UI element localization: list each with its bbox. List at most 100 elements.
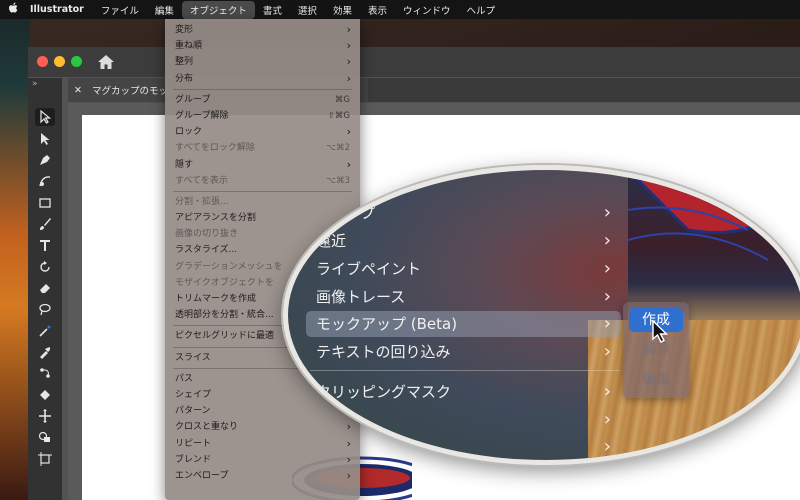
magnified-menu-item-label: モックアップ (Beta) [316,315,458,333]
object-menu-item[interactable]: グループ ⌘G [165,92,360,108]
magnified-menu-item[interactable]: ライブペイント › [306,256,621,282]
object-menu-item-label: トリムマークを作成 [175,294,257,304]
object-menu-item-label: すべてを表示 [175,175,228,186]
magnified-menu-item-label: 画像トレース [316,288,406,306]
object-menu-item-label: スライス [175,352,211,363]
shape-builder-tool-icon[interactable] [35,428,55,446]
magnified-menu-item[interactable]: 遠近 › [306,228,621,254]
object-menu-item[interactable]: 変形 › [165,22,360,38]
object-menu-item-label: 画像の切り抜き [175,229,239,240]
artboard-tool-icon[interactable] [35,450,55,468]
eyedropper-tool-icon[interactable] [35,343,55,361]
desktop-wallpaper [0,19,30,500]
object-menu-item[interactable]: 分布 › [165,71,360,87]
magnified-menu-item[interactable]: 画像トレース › [306,284,621,310]
eraser-tool-icon[interactable] [35,279,55,297]
shortcut-label: ⌥⌘2 [326,143,350,154]
home-icon[interactable] [96,53,116,71]
magic-wand-tool-icon[interactable] [35,322,55,340]
magnified-menu-item-label: ライブペイント [316,260,422,278]
window-titlebar [28,47,800,77]
mouse-cursor-icon [652,320,669,343]
object-menu-item[interactable]: エンベロープ › [165,468,360,484]
object-menu-item-label: ラスタライズ... [175,245,238,256]
menu-file[interactable]: ファイル [93,1,147,19]
object-menu-item-label: モザイクオブジェクトを [175,277,274,288]
paintbrush-tool-icon[interactable] [35,215,55,233]
object-menu-item-label: シェイプ [175,389,212,400]
app-menu[interactable]: Illustrator [26,4,93,15]
zoom-window-button[interactable] [71,56,82,67]
document-title: マグカップのモッ [91,86,168,97]
menu-object[interactable]: オブジェクト [181,0,255,19]
chevron-right-icon: › [603,258,611,279]
object-menu-item-label: グループ解除 [175,110,229,121]
magnified-menu-item-label: 遠近 [316,232,347,250]
chevron-right-icon: › [603,202,611,223]
curvature-tool-icon[interactable] [35,172,55,190]
object-menu-item[interactable]: 重ね順 › [165,38,360,54]
minimize-window-button[interactable] [54,56,65,67]
mockup-edit-item[interactable]: 編集 [629,368,683,392]
mockup-submenu: 作成 解除 編集 [623,302,689,398]
hand-tool-icon[interactable] [35,407,55,425]
magnified-menu-item[interactable]: モックアップ (Beta) › [306,311,621,337]
magnifier-callout: ベロープ › 遠近 › ライブペイント › 画像トレース › モックアップ (Beta) › テキス… [283,165,800,465]
chevron-right-icon: › [346,55,351,69]
magnified-menu-item[interactable]: テキストの回り込み › [306,339,621,365]
type-tool-icon[interactable] [35,236,55,254]
object-menu-item[interactable]: すべてをロック解除 ⌥⌘2 [165,140,360,156]
object-menu-item-label: すべてをロック解除 [175,143,255,154]
lasso-tool-icon[interactable] [35,300,55,318]
object-menu-item[interactable]: 整列 › [165,54,360,70]
magnified-menu-item-label: テキストの回り込み [316,343,451,361]
chevron-right-icon: › [346,71,351,85]
menu-help[interactable]: ヘルプ [458,1,503,19]
chevron-right-icon: › [603,230,611,251]
symbol-sprayer-tool-icon[interactable] [35,386,55,404]
direct-selection-tool-icon[interactable] [35,130,55,148]
menu-edit[interactable]: 編集 [147,1,182,19]
chevron-right-icon: › [346,23,351,36]
menu-type[interactable]: 書式 [255,1,290,19]
chevron-right-icon: › [346,125,351,139]
object-menu-item-label: パターン [175,406,211,417]
chevron-right-icon: › [603,286,611,307]
object-menu-item-label: グループ [175,94,211,105]
chevron-right-icon: › [603,341,611,362]
shortcut-label: ⇧⌘G [327,110,350,121]
object-menu-item[interactable]: グループ解除 ⇧⌘G [165,108,360,124]
rectangle-tool-icon[interactable] [35,194,55,212]
selection-tool-icon[interactable] [35,108,55,126]
menu-effect[interactable]: 効果 [325,1,360,19]
magnified-menu-item-label: 合パス [316,411,362,429]
close-window-button[interactable] [37,56,48,67]
object-menu-item-label: ロック [175,127,203,138]
pen-tool-icon[interactable] [35,151,55,169]
menu-separator [310,370,620,371]
menu-bar: Illustrator ファイル 編集 オブジェクト 書式 選択 効果 表示 ウ… [0,0,800,19]
menu-window[interactable]: ウィンドウ [395,1,459,19]
object-menu-item-label: 隠す [175,159,194,170]
close-icon[interactable]: ✕ [74,85,82,96]
screen: Illustrator ファイル 編集 オブジェクト 書式 選択 効果 表示 ウ… [0,0,800,500]
object-menu-item-label: 分布 [175,73,194,84]
object-menu-item-label: グラデーションメッシュを [175,261,283,272]
magnified-menu-item-label: クリッピングマスク [316,383,452,401]
magnified-menu-item[interactable]: ード › [306,434,621,460]
magnified-menu-item[interactable]: ベロープ › [306,200,621,226]
magnified-object-menu: ベロープ › 遠近 › ライブペイント › 画像トレース › モックアップ (Beta) › テキス… [288,170,633,460]
magnified-menu-item[interactable]: 合パス › [306,407,621,433]
magnified-menu-item[interactable]: クリッピングマスク › [306,379,621,405]
object-menu-item-label: リピート [175,438,212,449]
rotate-tool-icon[interactable] [35,258,55,276]
object-menu-item-label: パス [175,373,194,384]
object-menu-item-label: 整列 [175,57,194,68]
collapse-panel-icon[interactable]: » [32,79,38,89]
object-menu-item[interactable]: ロック › [165,124,360,140]
apple-icon[interactable] [0,2,26,17]
object-menu-item-label: 変形 [175,25,194,35]
puppet-warp-tool-icon[interactable] [35,364,55,382]
menu-select[interactable]: 選択 [290,1,325,19]
menu-view[interactable]: 表示 [360,1,395,19]
